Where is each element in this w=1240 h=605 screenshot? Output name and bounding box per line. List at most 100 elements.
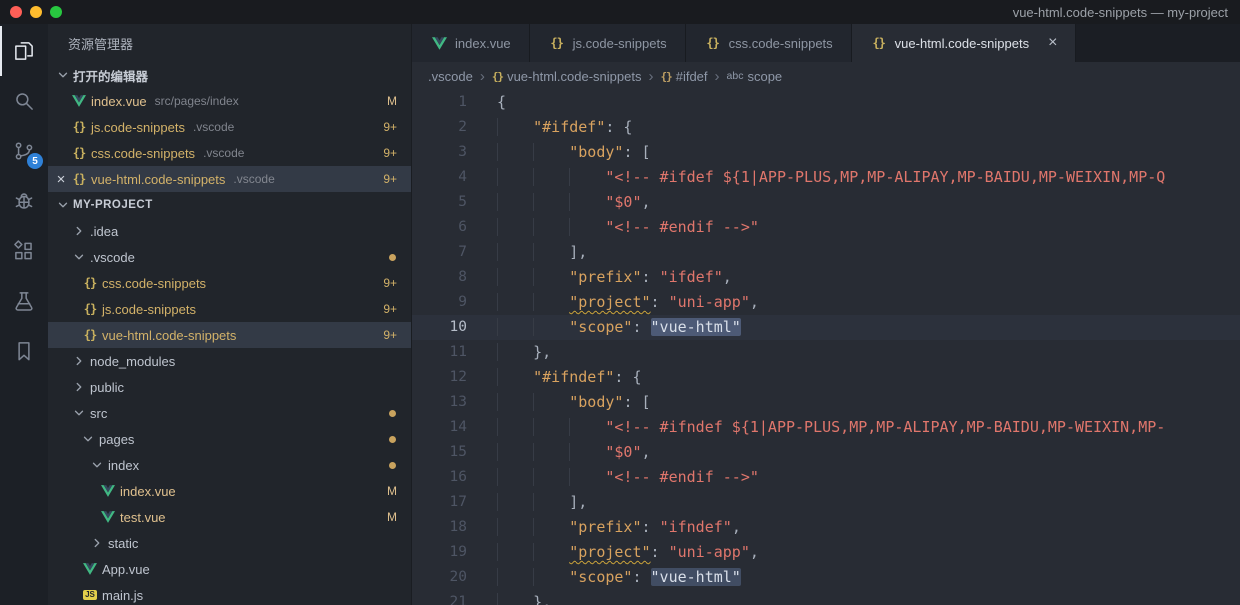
open-editor-index.vue[interactable]: index.vuesrc/pages/indexM <box>48 88 411 114</box>
activity-testing-icon[interactable] <box>0 276 48 326</box>
tree-item-App.vue[interactable]: App.vue <box>48 556 411 582</box>
tab-vue-html.code-snippets[interactable]: {}vue-html.code-snippets× <box>852 24 1077 62</box>
tree-item-main.js[interactable]: JSmain.js <box>48 582 411 605</box>
line-number[interactable]: 2 <box>412 115 467 140</box>
breadcrumb-item[interactable]: .vscode <box>428 69 473 84</box>
tree-item-js.code-snippets[interactable]: {}js.code-snippets9+ <box>48 296 411 322</box>
code-line[interactable]: 16 "<!-- #endif -->" <box>412 465 1240 490</box>
line-number[interactable]: 5 <box>412 190 467 215</box>
project-label: MY-PROJECT <box>73 199 153 211</box>
line-number[interactable]: 8 <box>412 265 467 290</box>
line-number[interactable]: 7 <box>412 240 467 265</box>
tree-item-vue-html.code-snippets[interactable]: {}vue-html.code-snippets9+ <box>48 322 411 348</box>
tab-bar: index.vue{}js.code-snippets{}css.code-sn… <box>412 24 1240 62</box>
line-number[interactable]: 20 <box>412 565 467 590</box>
tree-item-css.code-snippets[interactable]: {}css.code-snippets9+ <box>48 270 411 296</box>
tab-css.code-snippets[interactable]: {}css.code-snippets <box>686 24 852 62</box>
tree-item-src[interactable]: src <box>48 400 411 426</box>
code-line[interactable]: 21 }, <box>412 590 1240 605</box>
line-number[interactable]: 4 <box>412 165 467 190</box>
code-line[interactable]: 10 "scope": "vue-html" <box>412 315 1240 340</box>
code-line[interactable]: 11 }, <box>412 340 1240 365</box>
line-number[interactable]: 12 <box>412 365 467 390</box>
code-line[interactable]: 15 "$0", <box>412 440 1240 465</box>
code-token: : { <box>605 118 632 136</box>
tree-item-index[interactable]: index <box>48 452 411 478</box>
activity-debug-icon[interactable] <box>0 176 48 226</box>
code-text: "#ifndef": { <box>497 365 642 390</box>
code-line[interactable]: 4 "<!-- #ifdef ${1|APP-PLUS,MP,MP-ALIPAY… <box>412 165 1240 190</box>
problems-badge: 9+ <box>383 276 397 290</box>
tab-js.code-snippets[interactable]: {}js.code-snippets <box>530 24 686 62</box>
breadcrumb-item[interactable]: abcscope <box>727 69 783 84</box>
activity-extensions-icon[interactable] <box>0 226 48 276</box>
line-number[interactable]: 21 <box>412 590 467 605</box>
close-editor-button[interactable]: × <box>54 172 68 187</box>
code-line[interactable]: 12 "#ifndef": { <box>412 365 1240 390</box>
zoom-window-button[interactable] <box>50 6 62 18</box>
problems-badge: 9+ <box>383 120 397 134</box>
close-tab-button[interactable]: × <box>1048 35 1057 51</box>
minimize-window-button[interactable] <box>30 6 42 18</box>
breadcrumb-label: .vscode <box>428 69 473 84</box>
line-number[interactable]: 1 <box>412 90 467 115</box>
symbol-object-icon: {} <box>660 70 671 83</box>
close-window-button[interactable] <box>10 6 22 18</box>
code-line[interactable]: 9 "project": "uni-app", <box>412 290 1240 315</box>
code-line[interactable]: 14 "<!-- #ifndef ${1|APP-PLUS,MP,MP-ALIP… <box>412 415 1240 440</box>
breadcrumb-item[interactable]: {}#ifdef <box>660 69 707 84</box>
code-line[interactable]: 3 "body": [ <box>412 140 1240 165</box>
code-line[interactable]: 2 "#ifdef": { <box>412 115 1240 140</box>
line-number[interactable]: 10 <box>412 315 467 340</box>
activity-bookmarks-icon[interactable] <box>0 326 48 376</box>
tree-item-.idea[interactable]: .idea <box>48 218 411 244</box>
code-line[interactable]: 18 "prefix": "ifndef", <box>412 515 1240 540</box>
json-braces-icon: {} <box>70 172 88 186</box>
tree-item-public[interactable]: public <box>48 374 411 400</box>
line-number[interactable]: 6 <box>412 215 467 240</box>
activity-explorer-icon[interactable] <box>0 26 48 76</box>
open-editor-vue-html.code-snippets[interactable]: ×{}vue-html.code-snippets.vscode9+ <box>48 166 411 192</box>
code-editor[interactable]: 1{2 "#ifdef": {3 "body": [4 "<!-- #ifdef… <box>412 90 1240 605</box>
chevron-right-icon: › <box>715 69 720 84</box>
tree-item-node_modules[interactable]: node_modules <box>48 348 411 374</box>
line-number[interactable]: 9 <box>412 290 467 315</box>
code-line[interactable]: 20 "scope": "vue-html" <box>412 565 1240 590</box>
project-section-header[interactable]: MY-PROJECT <box>48 192 411 218</box>
code-line[interactable]: 8 "prefix": "ifdef", <box>412 265 1240 290</box>
activity-search-icon[interactable] <box>0 76 48 126</box>
tree-item-index.vue[interactable]: index.vueM <box>48 478 411 504</box>
tab-index.vue[interactable]: index.vue <box>412 24 530 62</box>
open-editor-js.code-snippets[interactable]: {}js.code-snippets.vscode9+ <box>48 114 411 140</box>
code-token: }, <box>533 343 551 361</box>
activity-source-control-icon[interactable]: 5 <box>0 126 48 176</box>
line-number[interactable]: 13 <box>412 390 467 415</box>
vue-icon <box>430 37 448 50</box>
tree-item-static[interactable]: static <box>48 530 411 556</box>
line-number[interactable]: 17 <box>412 490 467 515</box>
code-line[interactable]: 1{ <box>412 90 1240 115</box>
breadcrumb-item[interactable]: {}vue-html.code-snippets <box>492 69 642 84</box>
json-braces-icon: {} <box>70 146 88 160</box>
code-line[interactable]: 5 "$0", <box>412 190 1240 215</box>
tree-item-pages[interactable]: pages <box>48 426 411 452</box>
vue-icon <box>99 485 117 497</box>
code-line[interactable]: 7 ], <box>412 240 1240 265</box>
line-number[interactable]: 16 <box>412 465 467 490</box>
code-token: ], <box>569 243 587 261</box>
code-line[interactable]: 19 "project": "uni-app", <box>412 540 1240 565</box>
line-number[interactable]: 19 <box>412 540 467 565</box>
line-number[interactable]: 11 <box>412 340 467 365</box>
code-line[interactable]: 17 ], <box>412 490 1240 515</box>
line-number[interactable]: 15 <box>412 440 467 465</box>
open-editor-css.code-snippets[interactable]: {}css.code-snippets.vscode9+ <box>48 140 411 166</box>
open-editors-section-header[interactable]: 打开的编辑器 <box>48 62 411 88</box>
tree-item-test.vue[interactable]: test.vueM <box>48 504 411 530</box>
code-text: }, <box>497 590 551 605</box>
line-number[interactable]: 18 <box>412 515 467 540</box>
code-line[interactable]: 6 "<!-- #endif -->" <box>412 215 1240 240</box>
line-number[interactable]: 3 <box>412 140 467 165</box>
line-number[interactable]: 14 <box>412 415 467 440</box>
tree-item-.vscode[interactable]: .vscode <box>48 244 411 270</box>
code-line[interactable]: 13 "body": [ <box>412 390 1240 415</box>
